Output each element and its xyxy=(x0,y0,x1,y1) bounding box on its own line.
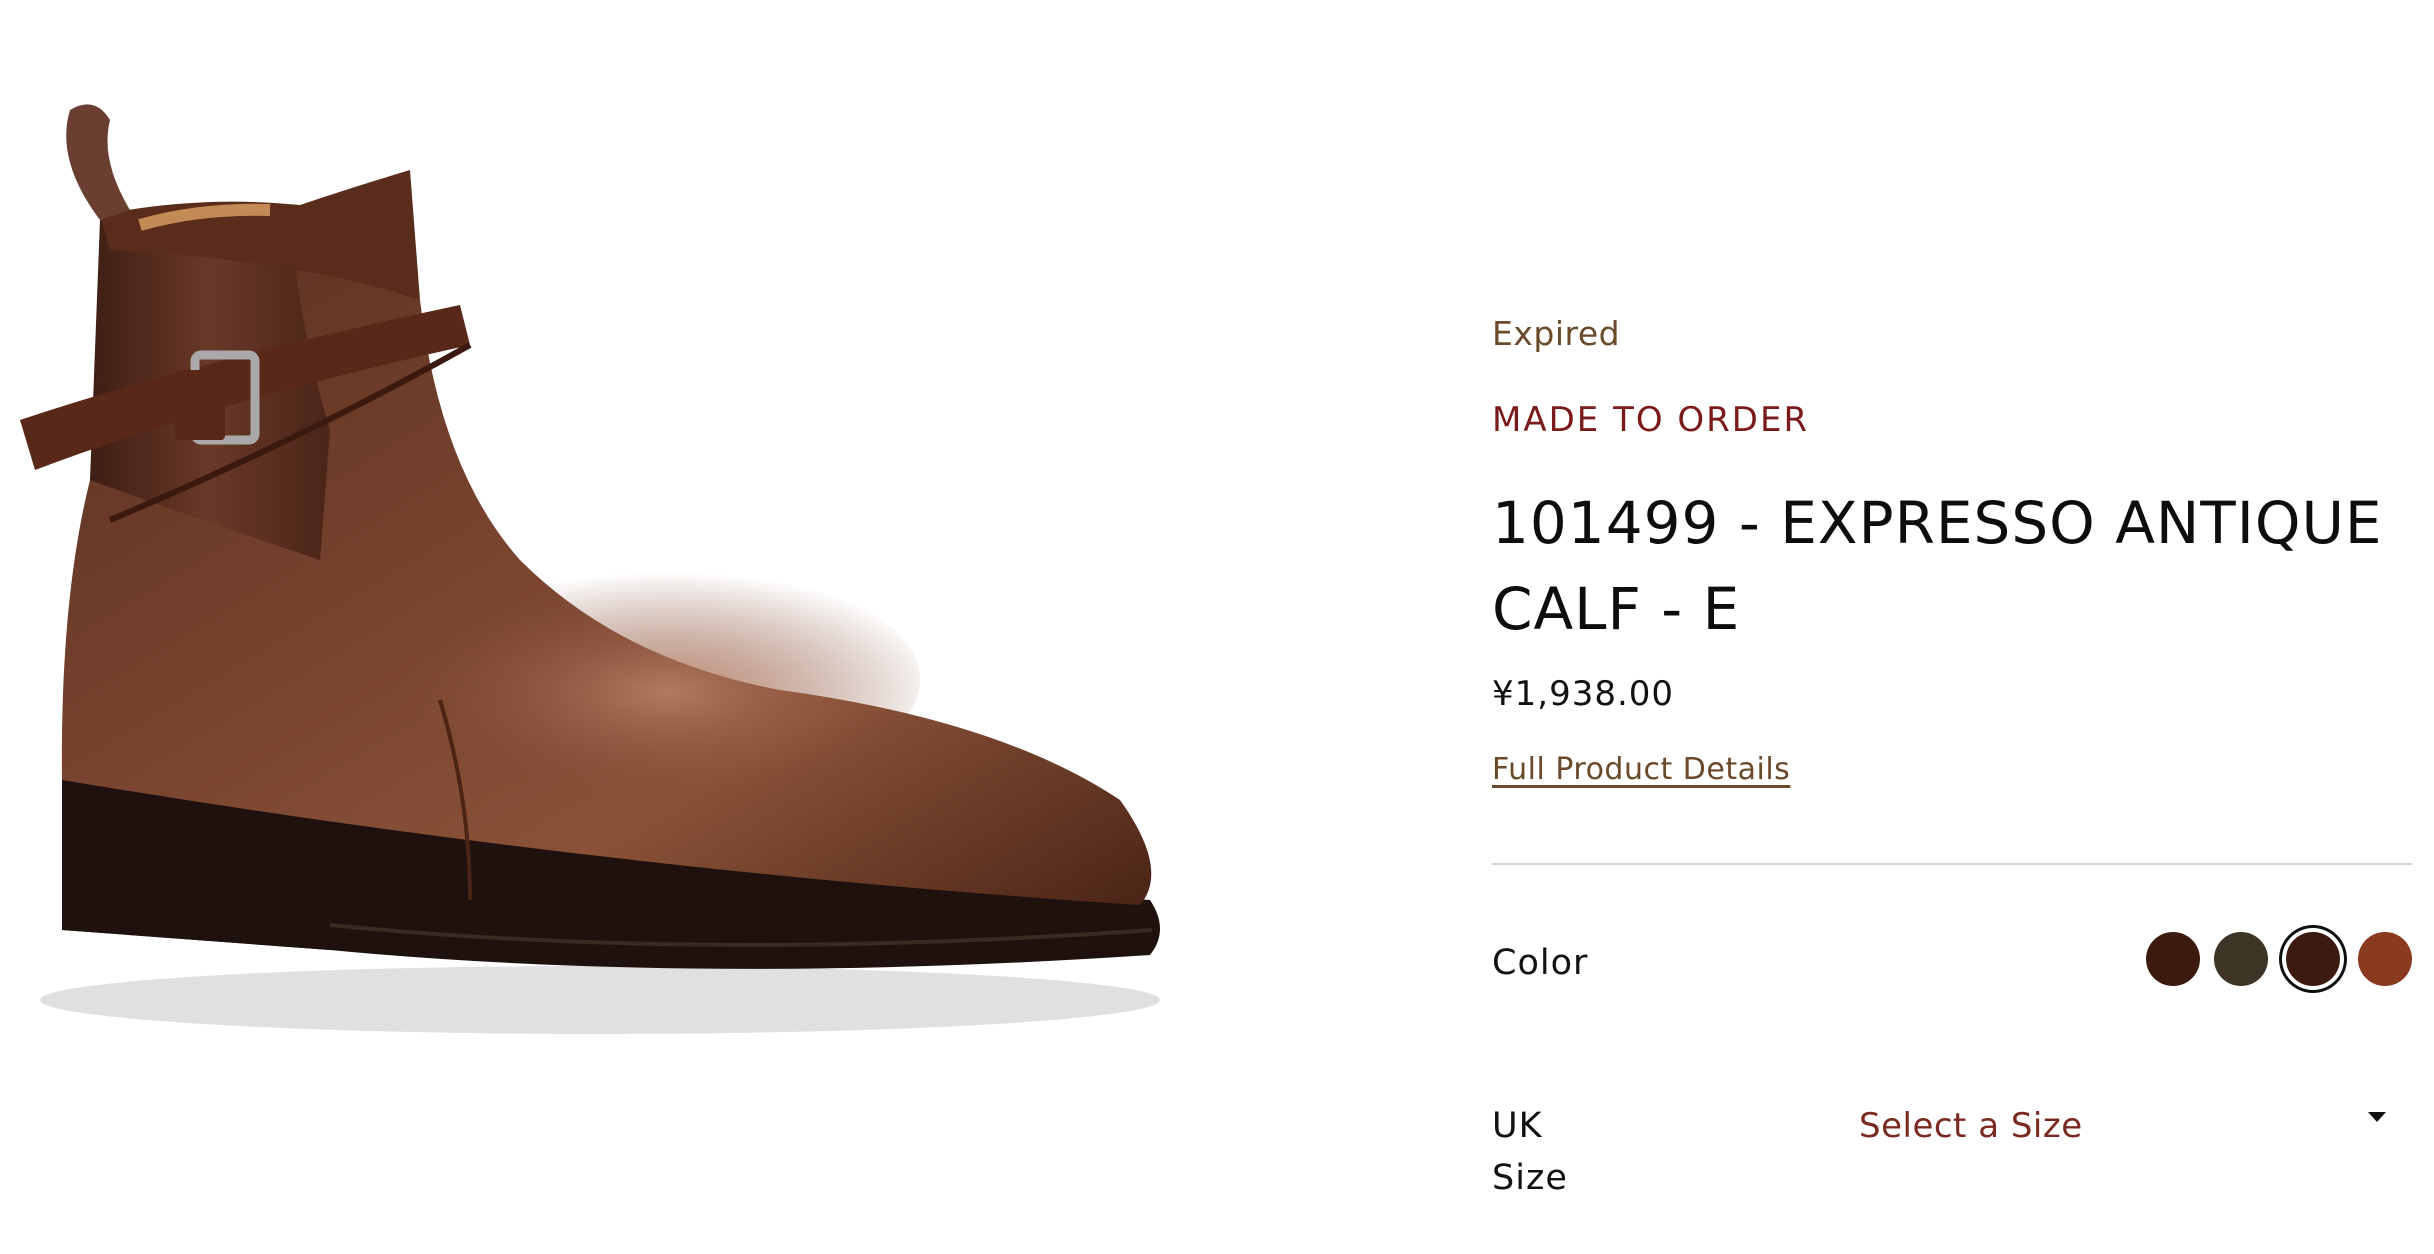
color-swatches xyxy=(2146,932,2412,986)
product-image[interactable] xyxy=(0,0,1360,1254)
size-label: UK Size xyxy=(1492,1106,1568,1198)
full-product-details-link[interactable]: Full Product Details xyxy=(1492,752,1790,787)
size-select-placeholder: Select a Size xyxy=(1859,1106,2083,1146)
chevron-down-icon xyxy=(2368,1112,2386,1122)
status-label: Expired xyxy=(1492,314,1621,353)
product-title: 101499 - EXPRESSO ANTIQUE CALF - E xyxy=(1492,489,2383,643)
boot-illustration xyxy=(20,104,1160,1034)
color-swatch-1[interactable] xyxy=(2146,932,2200,986)
color-swatch-2[interactable] xyxy=(2214,932,2268,986)
product-price: ¥1,938.00 xyxy=(1492,674,1675,714)
color-label: Color xyxy=(1492,943,1589,983)
color-swatch-3[interactable] xyxy=(2286,932,2340,986)
size-select[interactable]: Select a Size xyxy=(1859,1100,2412,1152)
made-to-order-tag: MADE TO ORDER xyxy=(1492,400,1810,440)
color-swatch-4[interactable] xyxy=(2358,932,2412,986)
product-details-panel: Expired MADE TO ORDER 101499 - EXPRESSO … xyxy=(1492,0,2412,1254)
divider xyxy=(1492,863,2412,865)
